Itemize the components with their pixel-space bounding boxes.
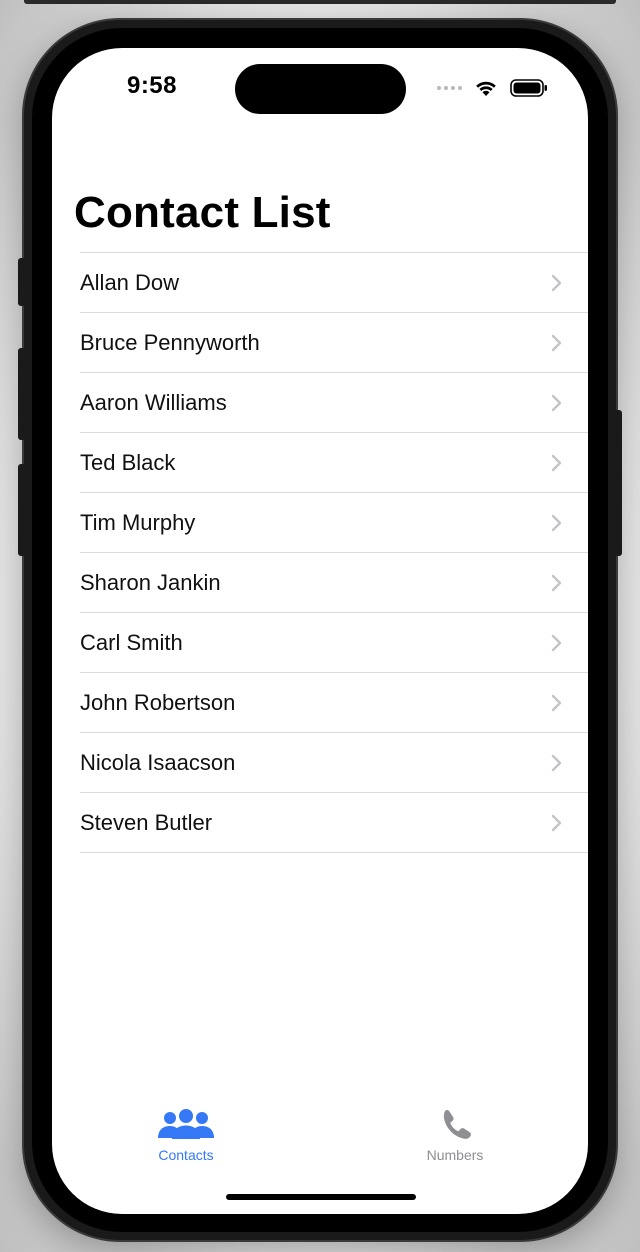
contact-row[interactable]: Nicola Isaacson [80,733,588,793]
contact-row[interactable]: Sharon Jankin [80,553,588,613]
tab-label: Contacts [158,1147,214,1163]
top-edge [24,0,616,4]
contact-name: Bruce Pennyworth [80,329,260,355]
chevron-right-icon [551,634,562,652]
home-indicator[interactable] [226,1194,416,1200]
contact-name: Aaron Williams [80,389,227,415]
contact-name: Sharon Jankin [80,569,221,595]
contact-name: Ted Black [80,449,176,475]
contact-name: Tim Murphy [80,509,196,535]
chevron-right-icon [551,274,562,292]
page-title: Contact List [74,188,331,237]
status-time: 9:58 [126,72,178,99]
action-button [18,258,26,306]
chevron-right-icon [551,454,562,472]
chevron-right-icon [551,334,562,352]
cellular-signal-icon [437,86,462,90]
volume-up-button [18,348,26,440]
chevron-right-icon [551,754,562,772]
chevron-right-icon [551,394,562,412]
contact-row[interactable]: Ted Black [80,433,588,493]
contact-row[interactable]: Allan Dow [80,253,588,313]
chevron-right-icon [551,514,562,532]
contact-name: John Robertson [80,689,236,715]
contact-name: Steven Butler [80,809,213,835]
tab-bar: Contacts Numbers [52,1102,588,1172]
contact-row[interactable]: Steven Butler [80,793,588,853]
chevron-right-icon [551,814,562,832]
contact-row[interactable]: Aaron Williams [80,373,588,433]
contact-row[interactable]: John Robertson [80,673,588,733]
contact-name: Nicola Isaacson [80,749,236,775]
contact-name: Carl Smith [80,629,183,655]
tab-numbers[interactable]: Numbers [395,1108,515,1163]
screen: 9:58 Contact List Allan Dow Bruce Pennyw… [52,48,588,1214]
people-icon [158,1109,214,1139]
contact-name: Allan Dow [80,269,180,295]
volume-down-button [18,464,26,556]
contact-row[interactable]: Bruce Pennyworth [80,313,588,373]
power-button [614,410,622,556]
tab-contacts[interactable]: Contacts [126,1108,246,1163]
chevron-right-icon [551,694,562,712]
status-indicators [437,76,548,100]
chevron-right-icon [551,574,562,592]
battery-icon [510,79,547,97]
wifi-icon [476,81,496,96]
contact-row[interactable]: Tim Murphy [80,493,588,553]
contact-list: Allan Dow Bruce Pennyworth Aaron William… [80,252,588,853]
phone-icon [443,1109,471,1139]
contact-row[interactable]: Carl Smith [80,613,588,673]
tab-label: Numbers [426,1147,484,1163]
dynamic-island [235,64,406,114]
